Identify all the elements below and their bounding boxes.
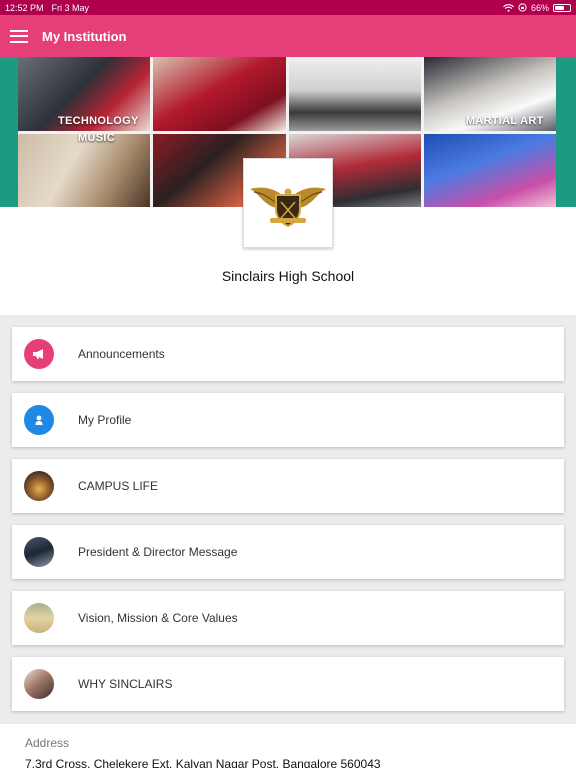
menu-item-label: President & Director Message xyxy=(78,545,238,559)
address-section: Address 7,3rd Cross, Chelekere Ext, Kaly… xyxy=(0,724,576,768)
menu-item-label: CAMPUS LIFE xyxy=(78,479,159,493)
status-time: 12:52 PM xyxy=(5,2,44,13)
status-date: Fri 3 May xyxy=(51,2,90,13)
banner-label-technology: TECHNOLOGY xyxy=(58,115,139,127)
menu-item-president-message[interactable]: President & Director Message xyxy=(12,525,564,579)
banner-photo-music: MUSIC xyxy=(18,133,151,207)
banner-photo-performance xyxy=(423,133,556,207)
hamburger-menu-icon[interactable] xyxy=(10,29,28,43)
president-thumbnail xyxy=(24,537,54,567)
school-name: Sinclairs High School xyxy=(221,268,355,284)
menu-item-campus-life[interactable]: CAMPUS LIFE xyxy=(12,459,564,513)
menu-item-label: My Profile xyxy=(78,413,132,427)
campus-life-thumbnail xyxy=(24,471,54,501)
orientation-lock-icon xyxy=(518,3,527,12)
battery-icon xyxy=(553,3,571,12)
banner-photo-basketball xyxy=(288,57,421,131)
battery-fill xyxy=(555,5,565,10)
status-right: 66% xyxy=(503,3,571,13)
address-text: 7,3rd Cross, Chelekere Ext, Kalyan Nagar… xyxy=(25,757,381,768)
banner-photo-student xyxy=(153,57,286,131)
menu-item-label: Announcements xyxy=(78,347,165,361)
battery-percentage: 66% xyxy=(530,2,549,13)
banner-photo-technology: TECHNOLOGY xyxy=(18,57,151,131)
menu-item-why-sinclairs[interactable]: WHY SINCLAIRS xyxy=(12,657,564,711)
vision-thumbnail xyxy=(24,603,54,633)
banner-photo-martial-art: MARTIAL ART xyxy=(423,57,556,131)
menu-item-my-profile[interactable]: My Profile xyxy=(12,393,564,447)
menu-item-label: Vision, Mission & Core Values xyxy=(78,611,238,625)
banner-label-music: MUSIC xyxy=(78,133,115,144)
address-label: Address xyxy=(25,736,70,750)
menu-item-announcements[interactable]: Announcements xyxy=(12,327,564,381)
menu-item-label: WHY SINCLAIRS xyxy=(78,677,173,691)
app-bar: My Institution xyxy=(0,15,576,57)
megaphone-icon xyxy=(24,339,54,369)
app-title: My Institution xyxy=(42,28,127,44)
school-crest-icon xyxy=(250,187,326,228)
user-icon xyxy=(24,405,54,435)
menu-item-vision-mission[interactable]: Vision, Mission & Core Values xyxy=(12,591,564,645)
school-logo xyxy=(243,158,333,248)
status-bar: 12:52 PM Fri 3 May 66% xyxy=(0,0,576,15)
wifi-icon xyxy=(503,3,514,12)
why-sinclairs-thumbnail xyxy=(24,669,54,699)
banner-label-martial-art: MARTIAL ART xyxy=(465,115,544,127)
status-left: 12:52 PM Fri 3 May xyxy=(5,3,89,13)
